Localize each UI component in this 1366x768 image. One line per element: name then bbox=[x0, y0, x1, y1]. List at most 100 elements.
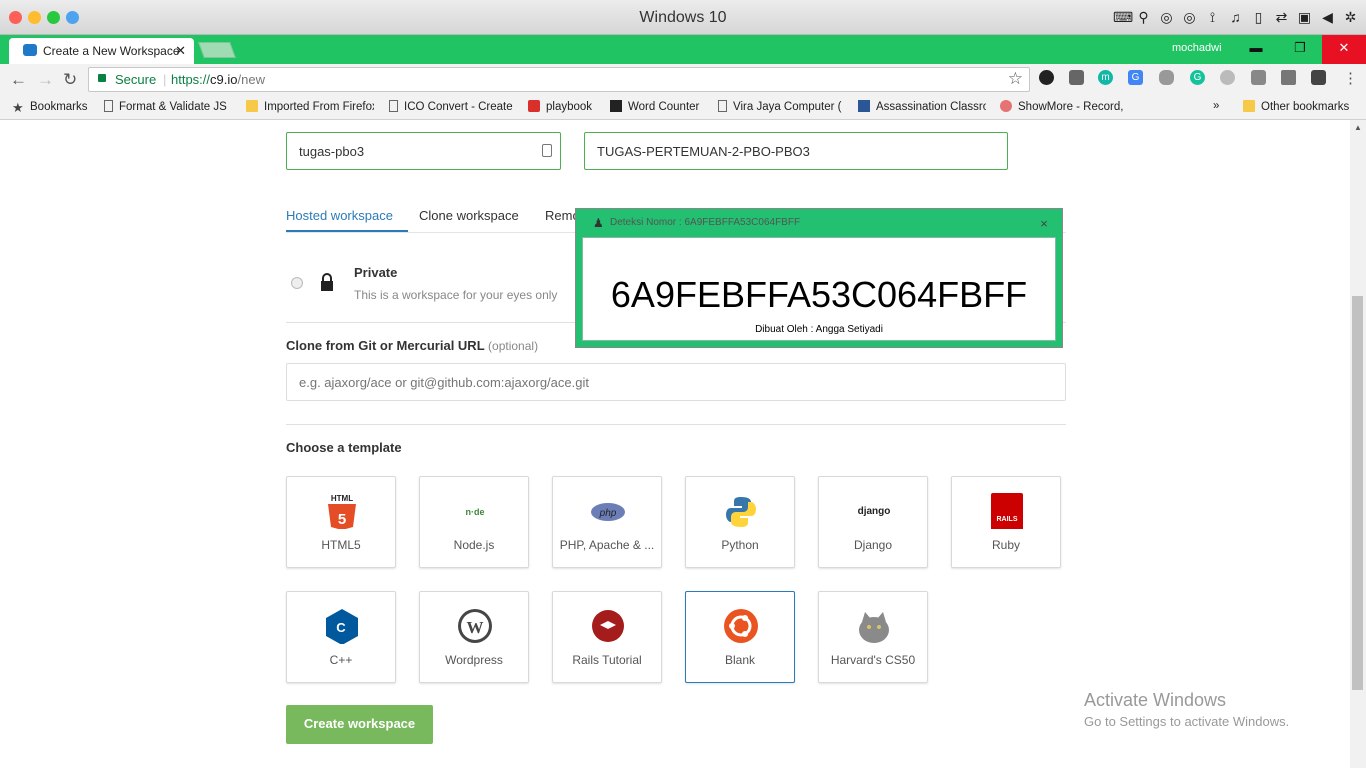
restore-button[interactable]: ❐ bbox=[1278, 35, 1322, 64]
lock-icon bbox=[98, 74, 106, 82]
bookmarks-overflow-button[interactable]: » bbox=[1213, 100, 1219, 112]
ext-5-icon[interactable] bbox=[1311, 70, 1326, 85]
bookmark-item[interactable]: ★ Bookmarks bbox=[12, 100, 88, 113]
description-input[interactable] bbox=[584, 132, 1008, 170]
back-arrow-icon[interactable]: ← bbox=[10, 70, 27, 90]
scrollbar-thumb[interactable] bbox=[1352, 296, 1363, 690]
template-card-rails-tutorial[interactable]: Rails Tutorial bbox=[552, 591, 662, 683]
ext-1-icon[interactable] bbox=[1039, 70, 1054, 85]
device-icon[interactable]: ▯ bbox=[1251, 9, 1266, 26]
private-description: This is a workspace for your eyes only bbox=[354, 288, 558, 302]
password-manager-icon[interactable] bbox=[542, 144, 552, 157]
svg-text:W: W bbox=[467, 618, 484, 637]
popup-body: 6A9FEBFFA53C064FBFF Dibuat Oleh : Angga … bbox=[582, 237, 1056, 341]
workspace-name-input[interactable] bbox=[286, 132, 561, 170]
tab-create-workspace[interactable]: Create a New Workspace ✕ bbox=[9, 38, 194, 64]
bookmark-item[interactable]: Imported From Firefox bbox=[246, 100, 374, 113]
scroll-up-icon[interactable]: ▲ bbox=[1354, 123, 1362, 132]
network-icon[interactable]: ⟟ bbox=[1205, 9, 1220, 26]
template-card-nodejs[interactable]: n·de Node.js bbox=[419, 476, 529, 568]
keyboard-icon[interactable]: ⌨ bbox=[1113, 9, 1133, 26]
bookmark-item[interactable]: ShowMore - Record, bbox=[1000, 100, 1126, 113]
reload-icon[interactable]: ↻ bbox=[63, 70, 77, 90]
template-card-cpp[interactable]: C C++ bbox=[286, 591, 396, 683]
svg-text:django: django bbox=[858, 506, 891, 517]
menu-icon[interactable]: ⋮ bbox=[1343, 69, 1358, 87]
sound-icon[interactable]: ♫ bbox=[1228, 9, 1243, 26]
ext-3-icon[interactable] bbox=[1220, 70, 1235, 85]
eyedropper-icon[interactable] bbox=[1281, 70, 1296, 85]
detected-number: 6A9FEBFFA53C064FBFF bbox=[610, 274, 1028, 315]
ext-2-icon[interactable] bbox=[1069, 70, 1084, 85]
svg-text:HTML: HTML bbox=[331, 494, 353, 503]
template-card-php[interactable]: php PHP, Apache & ... bbox=[552, 476, 662, 568]
bookmark-item[interactable]: Word Counter bbox=[610, 100, 708, 113]
usb-icon[interactable]: ⚲ bbox=[1136, 9, 1151, 26]
template-card-ruby[interactable]: RAILS Ruby bbox=[951, 476, 1061, 568]
other-bookmarks[interactable]: Other bookmarks bbox=[1243, 100, 1349, 113]
close-icon[interactable]: ✕ bbox=[175, 43, 186, 59]
popup-title: Deteksi Nomor : 6A9FEBFFA53C064FBFF bbox=[610, 217, 801, 228]
detect-number-window: ♟ Deteksi Nomor : 6A9FEBFFA53C064FBFF × … bbox=[575, 208, 1063, 348]
svg-text:php: php bbox=[599, 508, 617, 519]
disc-icon[interactable]: ◎ bbox=[1159, 9, 1174, 26]
lock-icon bbox=[321, 273, 333, 291]
forward-arrow-icon[interactable]: → bbox=[37, 70, 54, 90]
popup-close-button[interactable]: × bbox=[1025, 211, 1063, 237]
vm-toolbar: ⌨ ⚲ ◎ ◎ ⟟ ♫ ▯ ⇄ ▣ ◀ ✲ bbox=[1113, 9, 1358, 26]
settings-icon[interactable]: ✲ bbox=[1343, 9, 1358, 26]
template-card-blank[interactable]: Blank bbox=[685, 591, 795, 683]
clone-url-input[interactable] bbox=[286, 363, 1066, 401]
template-card-django[interactable]: django Django bbox=[818, 476, 928, 568]
create-workspace-button[interactable]: Create workspace bbox=[286, 705, 433, 744]
template-card-python[interactable]: Python bbox=[685, 476, 795, 568]
bookmarks-bar: ★ Bookmarks Format & Validate JS Imported… bbox=[0, 95, 1366, 120]
bookmark-item[interactable]: playbook bbox=[528, 100, 600, 113]
template-card-cs50[interactable]: Harvard's CS50 bbox=[818, 591, 928, 683]
tab-hosted-workspace[interactable]: Hosted workspace bbox=[286, 208, 393, 223]
nodejs-icon: n·de bbox=[466, 507, 485, 517]
disc2-icon[interactable]: ◎ bbox=[1182, 9, 1197, 26]
profile-name[interactable]: mochadwi bbox=[1172, 42, 1222, 54]
minimize-button[interactable]: ▬ bbox=[1234, 35, 1278, 64]
play-icon[interactable]: ◀ bbox=[1320, 9, 1335, 26]
bookmark-item[interactable]: Format & Validate JS bbox=[104, 100, 230, 113]
ext-4-icon[interactable] bbox=[1251, 70, 1266, 85]
template-card-wordpress[interactable]: W Wordpress bbox=[419, 591, 529, 683]
cloud9-favicon-icon bbox=[23, 44, 37, 56]
grammarly-icon[interactable]: G bbox=[1190, 70, 1205, 85]
svg-text:5: 5 bbox=[338, 511, 346, 528]
bookmark-item[interactable]: Vira Jaya Computer ( bbox=[718, 100, 844, 113]
screen-icon[interactable]: ▣ bbox=[1297, 9, 1312, 26]
svg-text:C: C bbox=[336, 620, 346, 635]
cat-icon bbox=[859, 612, 889, 643]
template-card-html5[interactable]: HTML 5 HTML 5 bbox=[286, 476, 396, 568]
close-button[interactable]: ✕ bbox=[1322, 35, 1366, 64]
ubuntu-icon bbox=[724, 609, 758, 643]
html5-icon: HTML 5 bbox=[328, 494, 356, 529]
divider bbox=[286, 424, 1066, 425]
shield-icon[interactable] bbox=[1159, 70, 1174, 85]
private-title: Private bbox=[354, 265, 398, 280]
share-icon[interactable]: ⇄ bbox=[1274, 9, 1289, 26]
wordpress-icon: W bbox=[458, 609, 492, 643]
browser-nav-bar: ← → ↻ Secure | https://c9.io/new ☆ m G G… bbox=[0, 64, 1366, 95]
bookmark-star-icon[interactable]: ☆ bbox=[1008, 69, 1023, 89]
bookmark-item[interactable]: ICO Convert - Create bbox=[389, 100, 513, 113]
svg-text:n·de: n·de bbox=[466, 507, 485, 517]
new-tab-button[interactable] bbox=[198, 42, 236, 58]
cpp-icon: C bbox=[326, 609, 358, 644]
address-bar[interactable]: Secure | https://c9.io/new ☆ bbox=[88, 67, 1030, 92]
author-credit: Dibuat Oleh : Angga Setiyadi bbox=[755, 324, 883, 335]
template-heading: Choose a template bbox=[286, 440, 402, 455]
tab-clone-workspace[interactable]: Clone workspace bbox=[419, 208, 519, 223]
rails-tutorial-icon bbox=[592, 610, 624, 642]
translate-icon[interactable]: G bbox=[1128, 70, 1143, 85]
python-icon bbox=[726, 497, 756, 527]
bookmark-item[interactable]: Assassination Classro bbox=[858, 100, 986, 113]
vertical-scrollbar[interactable]: ▲ bbox=[1350, 120, 1366, 768]
svg-text:RAILS: RAILS bbox=[997, 516, 1018, 523]
activate-windows-watermark: Activate Windows Go to Settings to activ… bbox=[1084, 690, 1290, 729]
private-radio[interactable] bbox=[291, 277, 303, 289]
ext-grammarly-m-icon[interactable]: m bbox=[1098, 70, 1113, 85]
